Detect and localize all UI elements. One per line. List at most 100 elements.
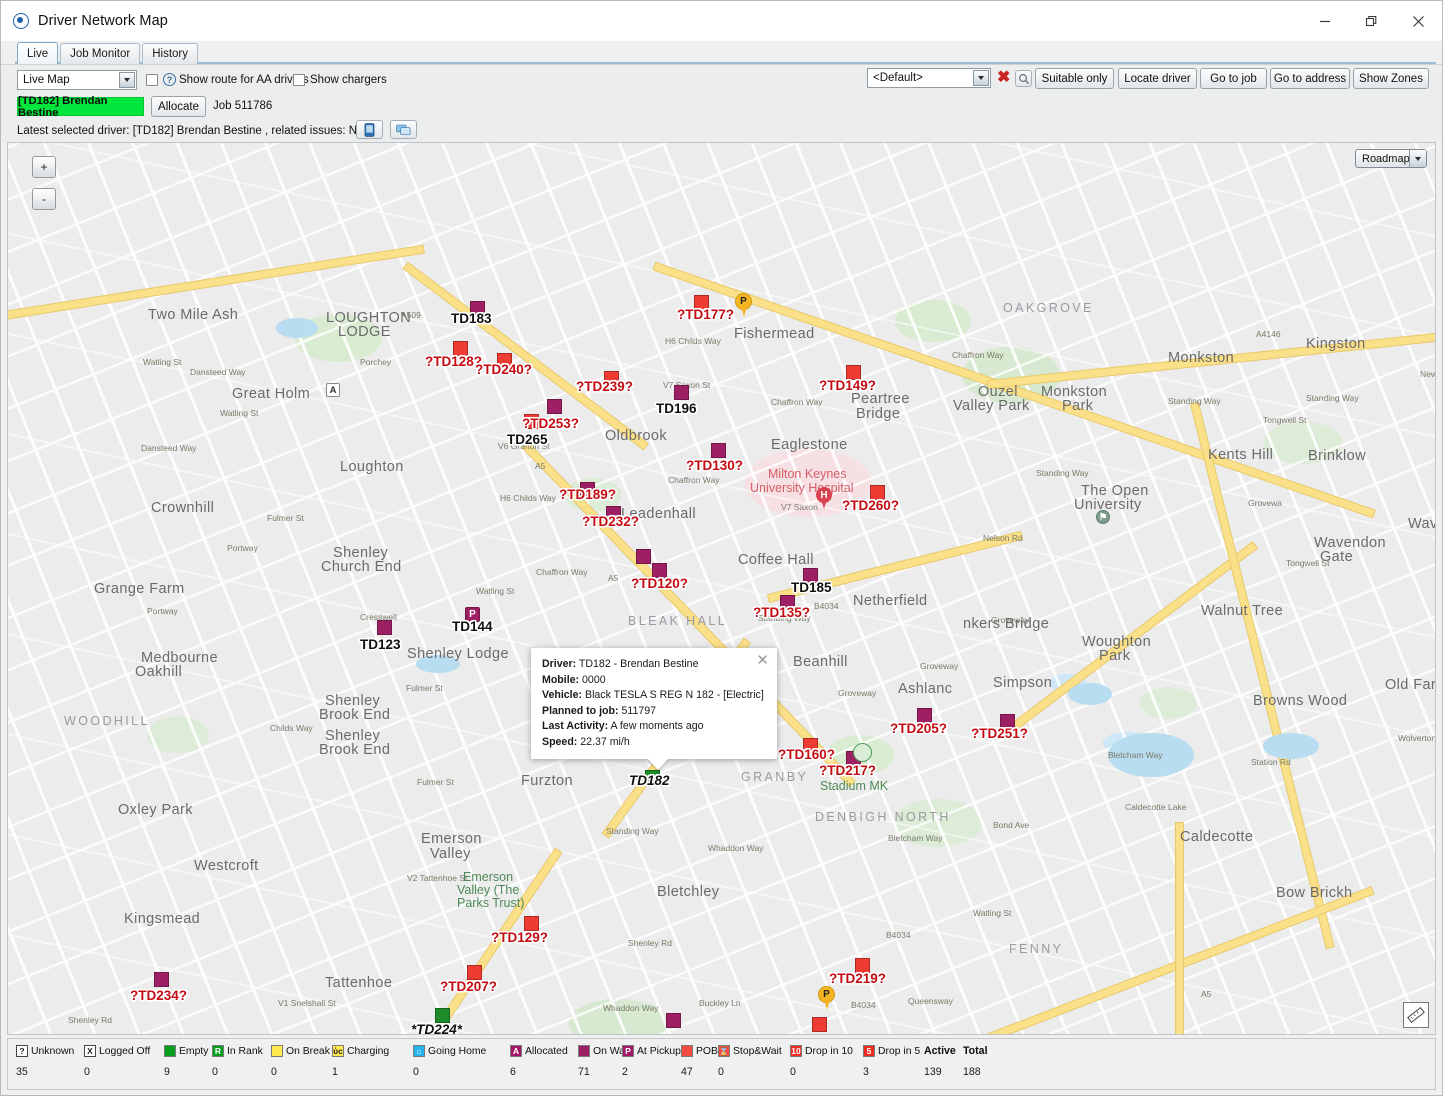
tab-live-label: Live xyxy=(27,47,49,60)
show-route-checkbox[interactable] xyxy=(146,74,158,86)
help-icon[interactable]: ? xyxy=(163,73,176,86)
driver-marker-td203[interactable] xyxy=(812,1017,827,1032)
map-mode-select[interactable]: Live Map xyxy=(17,70,137,90)
map-place-label: A4146 xyxy=(1256,329,1281,339)
legend-item-unknown: ? Unknown xyxy=(16,1045,74,1057)
legend-swatch-allocated-icon: A xyxy=(510,1045,522,1057)
legend-item-at-pickup: P At Pickup xyxy=(622,1045,681,1057)
driver-info-popup[interactable]: ✕ Driver: TD182 - Brendan Bestine Mobile… xyxy=(531,648,777,770)
mobile-phone-icon[interactable] xyxy=(356,120,383,139)
show-zones-button[interactable]: Show Zones xyxy=(1353,68,1429,89)
ruler-icon[interactable] xyxy=(1403,1002,1429,1028)
show-route-label: Show route for AA drivers xyxy=(179,74,309,86)
map-place-label: Grange Farm xyxy=(94,581,185,597)
popup-mobile-key: Mobile: xyxy=(542,673,580,686)
restore-button[interactable] xyxy=(1348,1,1395,41)
driver-marker-label-td120: ?TD120? xyxy=(631,576,689,591)
legend-swatch-on-break-icon xyxy=(271,1045,283,1057)
suitable-only-button[interactable]: Suitable only xyxy=(1035,68,1114,89)
driver-marker-td265[interactable] xyxy=(547,399,562,414)
filter-value: <Default> xyxy=(873,72,923,84)
legend-count: 0 xyxy=(718,1066,724,1078)
lake xyxy=(1068,683,1112,705)
map-place-label: A5 xyxy=(535,461,546,471)
legend-label: Stop&Wait xyxy=(733,1045,782,1057)
chevron-down-icon[interactable] xyxy=(973,70,989,86)
map-place-label: Kingsmead xyxy=(124,911,201,927)
selected-driver-chip[interactable]: [TD182] Brendan Bestine xyxy=(17,95,144,119)
driver-marker-td130[interactable] xyxy=(711,443,726,458)
legend-total-count: 188 xyxy=(963,1066,981,1078)
driver-marker-td129[interactable] xyxy=(524,916,539,931)
map-place-label: OAKGROVE xyxy=(1003,301,1094,315)
map-place-label: Standing Way xyxy=(606,826,659,836)
parking-pin-icon[interactable]: P xyxy=(735,293,752,317)
tab-live[interactable]: Live xyxy=(17,42,59,64)
driver-marker-td147[interactable] xyxy=(666,1013,681,1028)
allocate-label: Allocate xyxy=(158,100,199,113)
stadium-marker-icon[interactable] xyxy=(853,743,872,762)
filter-select[interactable]: <Default> xyxy=(867,68,991,88)
driver-marker-td151[interactable] xyxy=(636,549,651,564)
locate-driver-button[interactable]: Locate driver xyxy=(1118,68,1197,89)
chevron-down-icon[interactable] xyxy=(119,72,135,88)
map-container[interactable]: Fishermead Oldbrook Eaglestone Peartree Brid… xyxy=(7,142,1436,1035)
driver-marker-label-td207: ?TD207? xyxy=(440,979,498,994)
show-chargers-checkbox[interactable] xyxy=(293,74,305,86)
go-to-job-button[interactable]: Go to job xyxy=(1200,68,1267,89)
map-place-label: Wolverton Rd xyxy=(1398,733,1436,743)
legend-label: On Break xyxy=(286,1045,330,1057)
driver-marker-td234[interactable] xyxy=(154,972,169,987)
tab-job-monitor[interactable]: Job Monitor xyxy=(60,43,141,64)
zoom-out-button[interactable]: - xyxy=(32,188,56,210)
legend-swatch-on-way-icon xyxy=(578,1045,590,1057)
map-place-label: V1 Snelshall St xyxy=(278,998,336,1008)
map-place-label: Queensway xyxy=(908,996,953,1006)
map-canvas[interactable]: Fishermead Oldbrook Eaglestone Peartree Brid… xyxy=(8,143,1435,1034)
driver-marker-label-td234: ?TD234? xyxy=(130,988,188,1003)
locate-driver-label: Locate driver xyxy=(1124,72,1191,85)
popup-close-icon[interactable]: ✕ xyxy=(756,653,769,668)
tab-history[interactable]: History xyxy=(142,43,198,64)
map-place-label: A5 xyxy=(1201,989,1212,999)
close-button[interactable] xyxy=(1395,1,1442,41)
map-place-label: Eaglestone xyxy=(771,437,848,453)
map-place-label: Watling St xyxy=(220,408,259,418)
driver-marker-label-td265: TD265 xyxy=(507,432,548,447)
map-place-label: Milton Keynes xyxy=(768,467,847,481)
legend-swatch-pob-icon xyxy=(681,1045,693,1057)
legend-label: Going Home xyxy=(428,1045,487,1057)
map-place-label: Two Mile Ash xyxy=(148,307,239,323)
driver-marker-label-td196: TD196 xyxy=(656,401,697,416)
legend-swatch-unknown-icon: ? xyxy=(16,1045,28,1057)
driver-marker-label-td251: ?TD251? xyxy=(971,726,1029,741)
map-place-label: Brinklow xyxy=(1308,448,1366,464)
legend-item-drop-in-5: 5 Drop in 5 xyxy=(863,1045,920,1057)
parking-pin-icon[interactable]: P xyxy=(818,986,835,1010)
map-place-label: Dansteed Way xyxy=(190,367,246,377)
map-letter-a-icon: A xyxy=(326,383,340,397)
map-place-label: Netherfield xyxy=(853,593,928,609)
chevron-down-icon[interactable] xyxy=(1409,150,1426,167)
minimize-button[interactable] xyxy=(1301,1,1348,41)
clear-filter-icon[interactable]: ✖ xyxy=(997,70,1010,86)
hospital-pin-icon[interactable]: H xyxy=(816,487,832,509)
map-place-label: B4034 xyxy=(851,1000,876,1010)
zoom-in-button[interactable]: + xyxy=(32,156,56,178)
map-type-select[interactable]: Roadmap xyxy=(1355,149,1427,168)
driver-marker-label-td182: TD182 xyxy=(629,773,670,788)
driver-marker-td123[interactable] xyxy=(377,620,392,635)
map-place-label: Old Farm L xyxy=(1385,677,1436,693)
go-to-address-button[interactable]: Go to address xyxy=(1270,68,1350,89)
driver-marker-td196[interactable] xyxy=(674,385,689,400)
map-place-label: Fulmer St xyxy=(267,513,304,523)
lake xyxy=(276,318,318,338)
legend-label: In Rank xyxy=(227,1045,263,1057)
legend-label: Allocated xyxy=(525,1045,568,1057)
search-filter-icon[interactable] xyxy=(1015,70,1032,87)
allocate-button[interactable]: Allocate xyxy=(151,96,206,117)
legend-swatch-drop-in-10-icon: 10 xyxy=(790,1045,802,1057)
driver-marker-td224[interactable] xyxy=(435,1008,450,1023)
driver-marker-td207[interactable] xyxy=(467,965,482,980)
message-icon[interactable] xyxy=(390,120,417,139)
